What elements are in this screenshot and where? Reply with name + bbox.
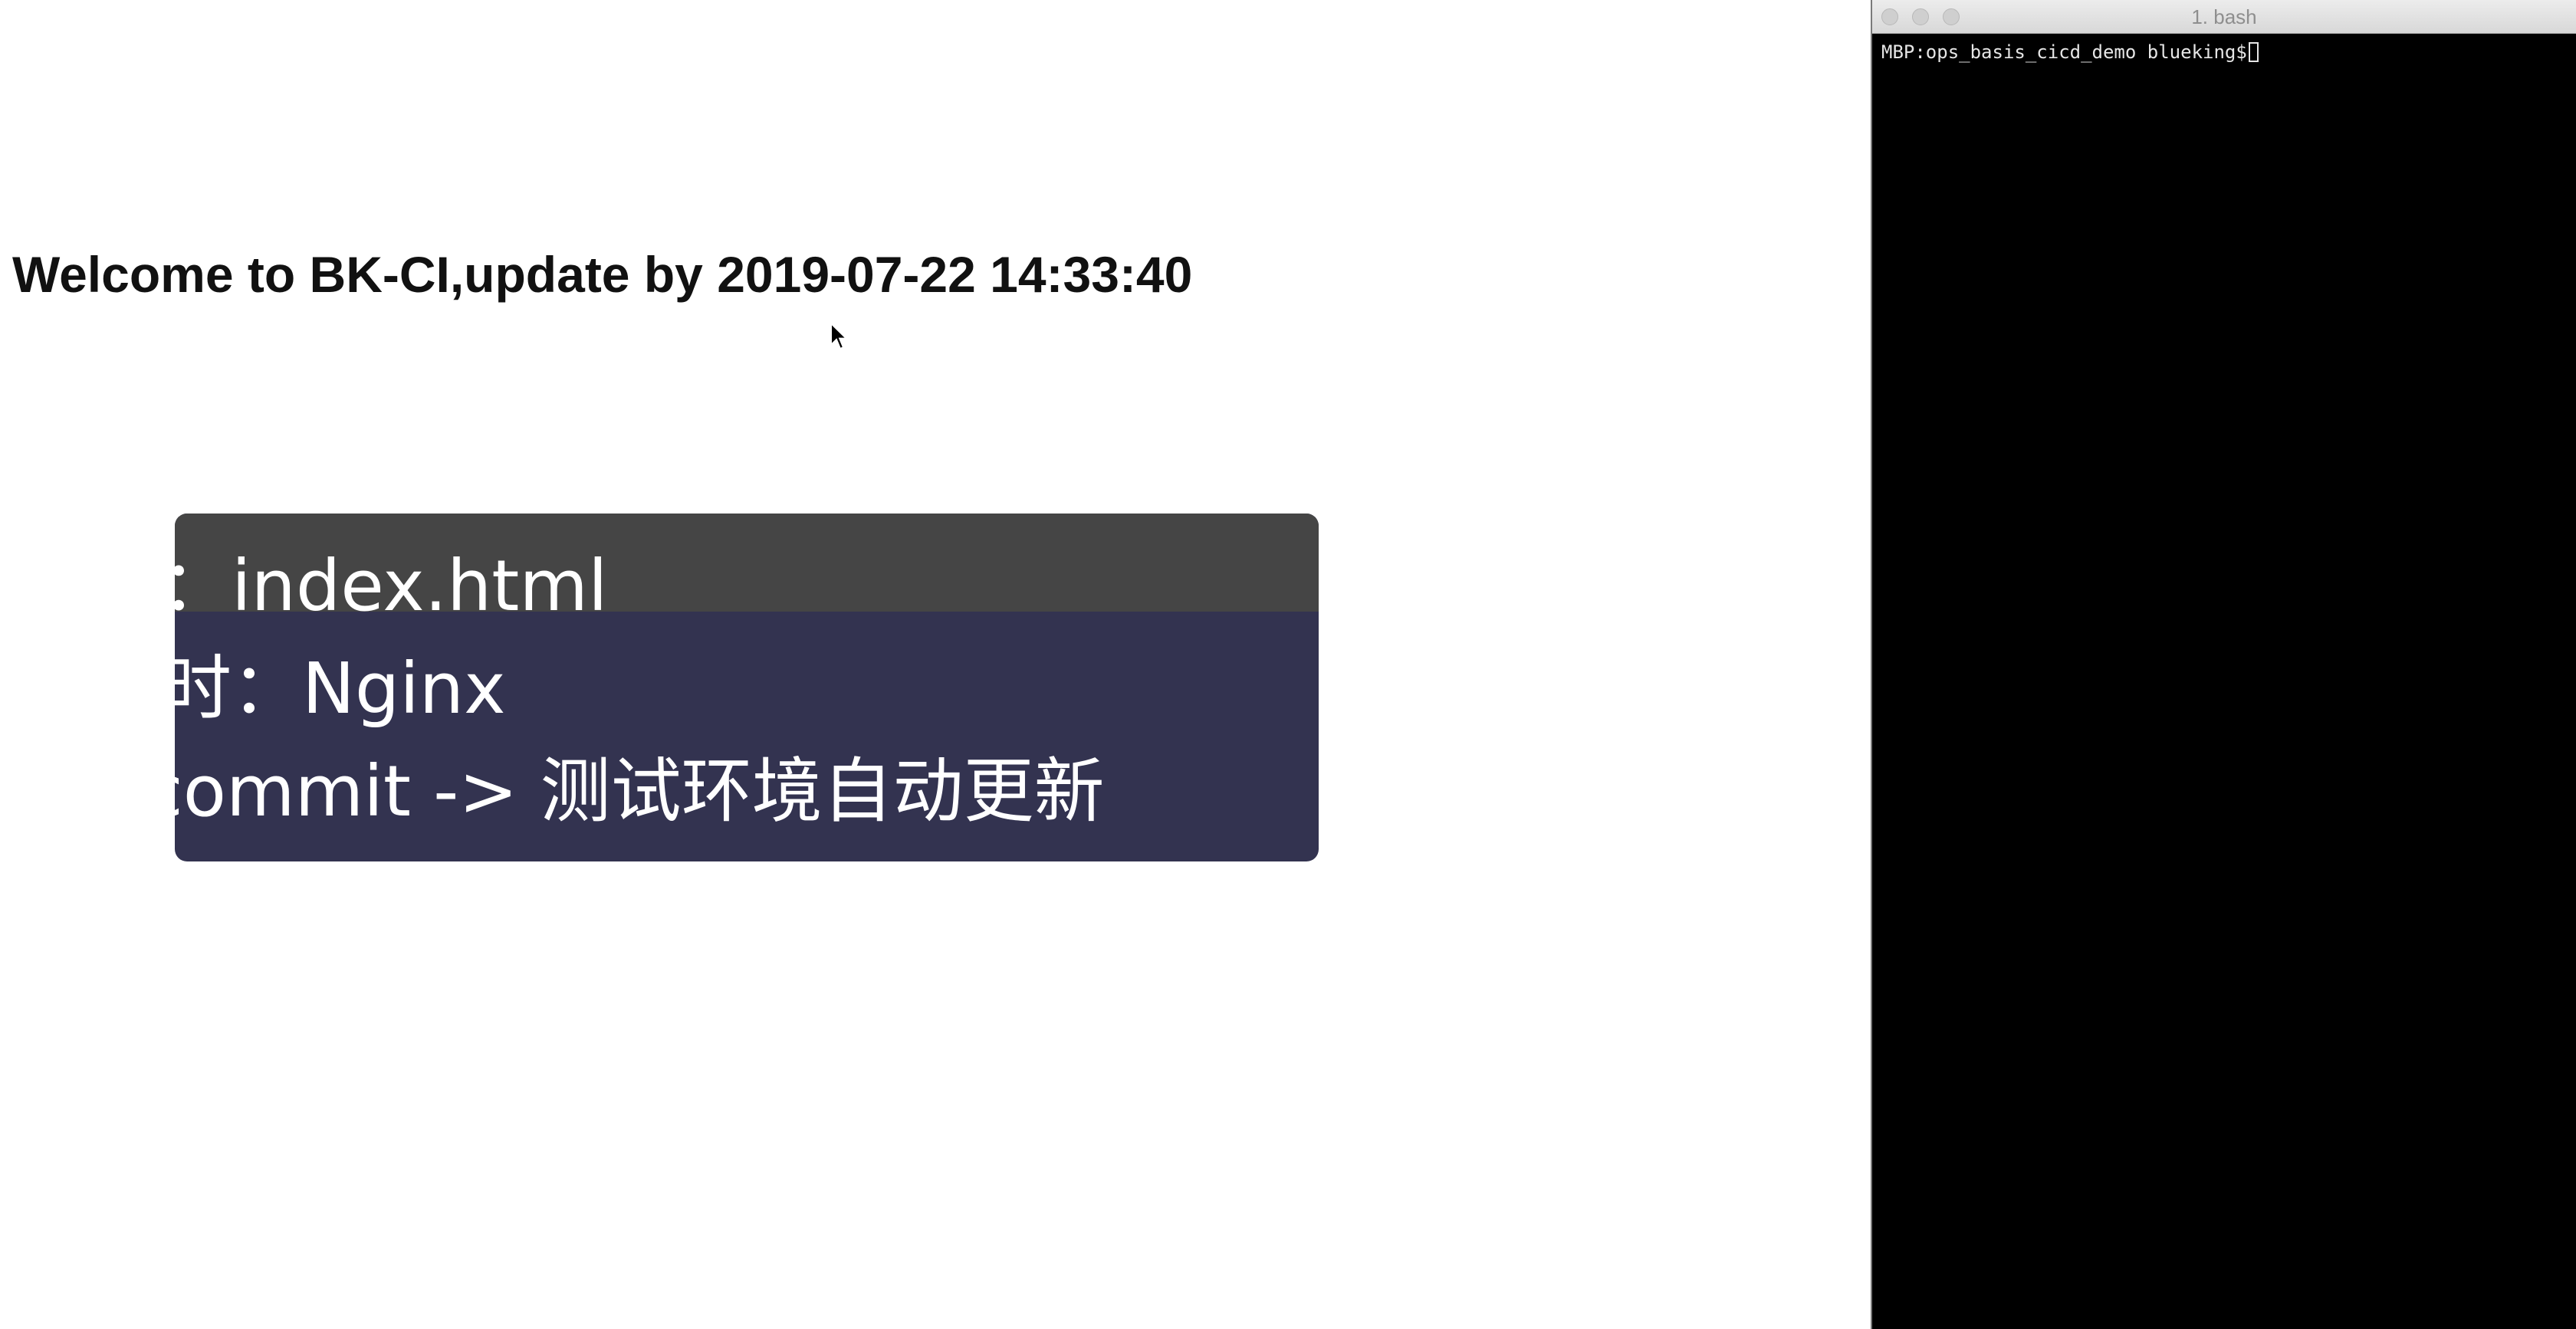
terminal-titlebar[interactable]: 1. bash bbox=[1872, 0, 2576, 34]
terminal-body[interactable]: MBP:ops_basis_cicd_demo blueking$ bbox=[1881, 40, 2567, 1329]
terminal-window[interactable]: 1. bash MBP:ops_basis_cicd_demo blueking… bbox=[1871, 0, 2576, 1329]
caption-line-runtime: 运行时：Nginx bbox=[20, 648, 506, 730]
terminal-cursor bbox=[2248, 42, 2259, 62]
mouse-cursor-icon bbox=[830, 322, 848, 350]
caption-line-workflow: Git commit -> 测试环境自动更新 bbox=[20, 750, 1105, 832]
screen: Welcome to BK-CI,update by 2019-07-22 14… bbox=[0, 0, 2576, 1329]
welcome-heading: Welcome to BK-CI,update by 2019-07-22 14… bbox=[12, 246, 1193, 303]
terminal-title: 1. bash bbox=[2191, 5, 2257, 28]
caption-line-code: 代码：index.html bbox=[20, 545, 608, 627]
terminal-prompt-line[interactable]: MBP:ops_basis_cicd_demo blueking$ bbox=[1881, 40, 2567, 64]
terminal-prompt: MBP:ops_basis_cicd_demo blueking$ bbox=[1881, 41, 2247, 63]
